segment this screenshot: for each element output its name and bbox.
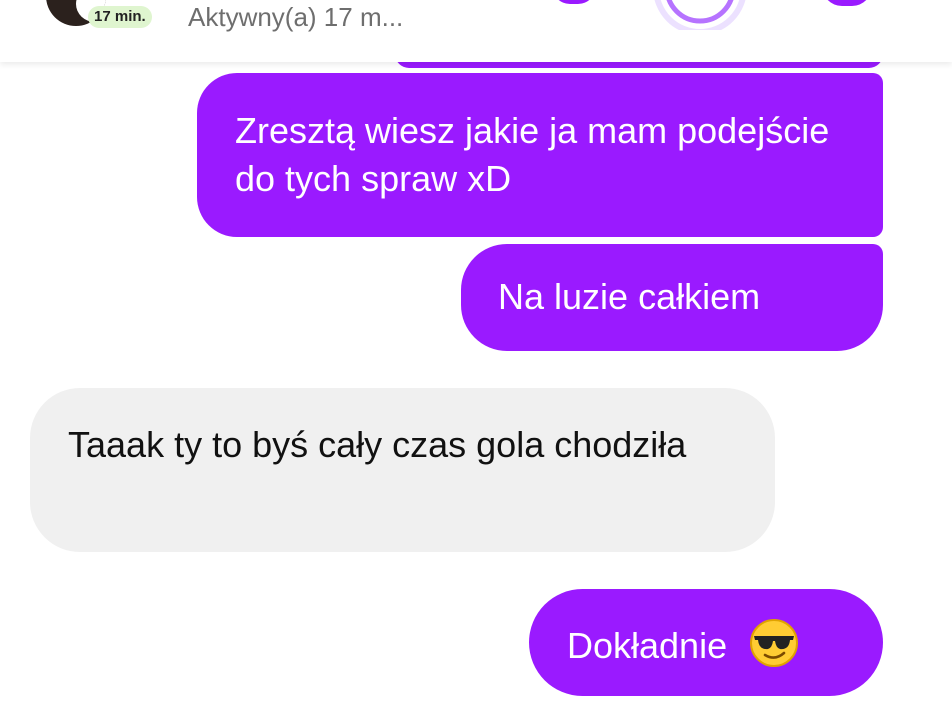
message-bubble-sent[interactable]: Zresztą wiesz jakie ja mam podejście do … bbox=[197, 73, 883, 237]
chat-header: 17 min. Aktywny(a) 17 m... bbox=[0, 0, 952, 62]
message-text: Na luzie całkiem bbox=[498, 276, 761, 317]
message-bubble-received[interactable]: Taaak ty to byś cały czas gola chodziła bbox=[30, 388, 775, 552]
message-text: Taaak ty to byś cały czas gola chodziła bbox=[68, 424, 687, 465]
message-text: Dokładnie bbox=[567, 625, 728, 666]
message-text: Zresztą wiesz jakie ja mam podejście do … bbox=[235, 110, 830, 199]
message-bubble-sent[interactable]: Na luzie całkiem bbox=[461, 244, 883, 351]
contact-status: Aktywny(a) 17 m... bbox=[188, 2, 404, 32]
phone-call-icon[interactable] bbox=[552, 0, 596, 4]
video-call-icon[interactable] bbox=[650, 0, 750, 30]
last-active-badge: 17 min. bbox=[88, 6, 152, 28]
message-bubble-sent[interactable]: Dokładnie bbox=[529, 589, 883, 696]
info-icon[interactable] bbox=[822, 0, 872, 6]
sunglasses-emoji-icon bbox=[750, 619, 799, 667]
